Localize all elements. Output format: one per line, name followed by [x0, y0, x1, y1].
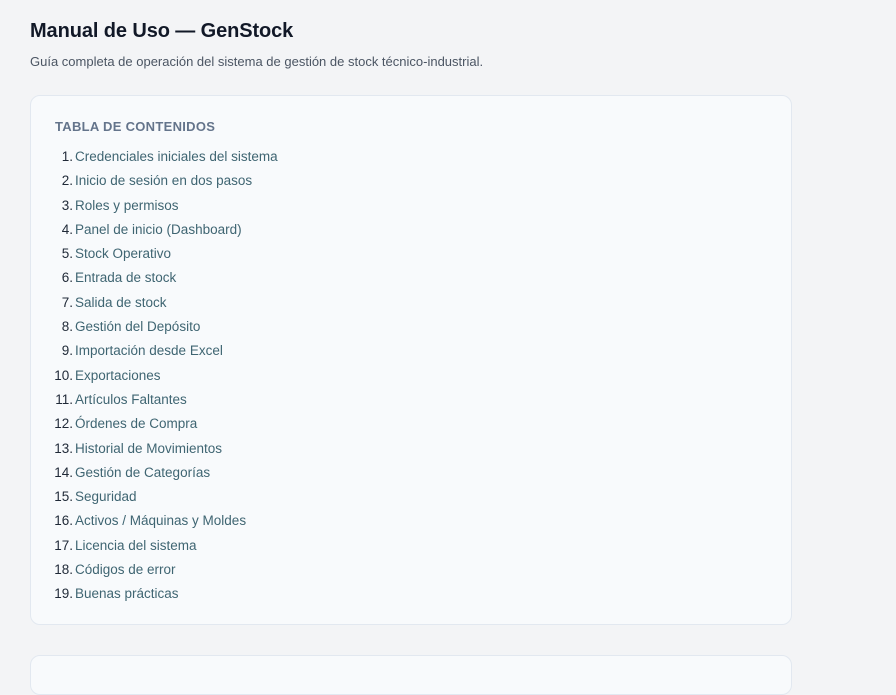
toc-item: 7. Salida de stock: [31, 291, 278, 315]
toc-item: 13. Historial de Movimientos: [31, 437, 278, 461]
toc-link-dashboard[interactable]: Panel de inicio (Dashboard): [75, 222, 242, 237]
toc-link-gestion-categorias[interactable]: Gestión de Categorías: [75, 465, 210, 480]
page-subtitle: Guía completa de operación del sistema d…: [30, 54, 484, 69]
toc-heading: TABLA DE CONTENIDOS: [55, 119, 216, 134]
toc-item-number: 9.: [61, 343, 73, 359]
toc-link-stock-operativo[interactable]: Stock Operativo: [75, 246, 171, 261]
toc-item: 2. Inicio de sesión en dos pasos: [31, 169, 278, 193]
toc-link-gestion-deposito[interactable]: Gestión del Depósito: [75, 319, 200, 334]
toc-item: 14. Gestión de Categorías: [31, 461, 278, 485]
toc-item-number: 15.: [54, 489, 73, 505]
toc-item-number: 10.: [54, 367, 73, 383]
toc-item-number: 19.: [54, 586, 73, 602]
toc-link-inicio-sesion[interactable]: Inicio de sesión en dos pasos: [75, 173, 252, 188]
toc-item: 17. Licencia del sistema: [31, 534, 278, 558]
toc-item-number: 4.: [61, 221, 73, 237]
toc-item-number: 18.: [54, 562, 73, 578]
toc-item-number: 3.: [61, 197, 73, 213]
toc-link-codigos-error[interactable]: Códigos de error: [75, 562, 176, 577]
toc-link-credenciales[interactable]: Credenciales iniciales del sistema: [75, 149, 278, 164]
toc-item: 19. Buenas prácticas: [31, 582, 278, 606]
toc-item-number: 17.: [54, 537, 73, 553]
toc-link-ordenes-compra[interactable]: Órdenes de Compra: [75, 416, 197, 431]
toc-item: 4. Panel de inicio (Dashboard): [31, 218, 278, 242]
toc-link-activos-maquinas-moldes[interactable]: Activos / Máquinas y Moldes: [75, 513, 246, 528]
toc-item: 18. Códigos de error: [31, 558, 278, 582]
toc-item: 12. Órdenes de Compra: [31, 412, 278, 436]
toc-link-salida-stock[interactable]: Salida de stock: [75, 295, 167, 310]
toc-item: 11. Artículos Faltantes: [31, 388, 278, 412]
toc-item: 10. Exportaciones: [31, 364, 278, 388]
toc-item: 15. Seguridad: [31, 485, 278, 509]
toc-item: 5. Stock Operativo: [31, 242, 278, 266]
toc-item: 1. Credenciales iniciales del sistema: [31, 145, 278, 169]
toc-item: 3. Roles y permisos: [31, 194, 278, 218]
toc-item: 8. Gestión del Depósito: [31, 315, 278, 339]
toc-link-historial-movimientos[interactable]: Historial de Movimientos: [75, 441, 222, 456]
table-of-contents-card: TABLA DE CONTENIDOS 1. Credenciales inici…: [30, 95, 792, 625]
toc-item-number: 14.: [54, 464, 73, 480]
toc-link-exportaciones[interactable]: Exportaciones: [75, 368, 161, 383]
toc-item: 6. Entrada de stock: [31, 266, 278, 290]
toc-item-number: 2.: [61, 173, 73, 189]
next-section-card: [30, 655, 792, 695]
toc-link-articulos-faltantes[interactable]: Artículos Faltantes: [75, 392, 187, 407]
toc-item-number: 1.: [61, 149, 73, 164]
toc-item-number: 12.: [54, 416, 73, 432]
toc-link-buenas-practicas[interactable]: Buenas prácticas: [75, 586, 179, 601]
toc-item-number: 6.: [61, 270, 73, 286]
toc-item-number: 16.: [54, 513, 73, 529]
toc-link-importacion-excel[interactable]: Importación desde Excel: [75, 343, 223, 358]
toc-item: 16. Activos / Máquinas y Moldes: [31, 509, 278, 533]
toc-item: 9. Importación desde Excel: [31, 339, 278, 363]
page-title: Manual de Uso — GenStock: [30, 20, 294, 42]
toc-link-seguridad[interactable]: Seguridad: [75, 489, 137, 504]
toc-link-licencia-sistema[interactable]: Licencia del sistema: [75, 538, 197, 553]
toc-link-entrada-stock[interactable]: Entrada de stock: [75, 270, 176, 285]
toc-link-roles-permisos[interactable]: Roles y permisos: [75, 198, 179, 213]
toc-item-number: 7.: [61, 294, 73, 310]
toc-item-number: 13.: [54, 440, 73, 456]
toc-item-number: 8.: [61, 319, 73, 335]
toc-item-number: 11.: [55, 391, 73, 407]
toc-item-number: 5.: [61, 246, 73, 262]
toc-list: 1. Credenciales iniciales del sistema 2. I…: [31, 145, 278, 607]
